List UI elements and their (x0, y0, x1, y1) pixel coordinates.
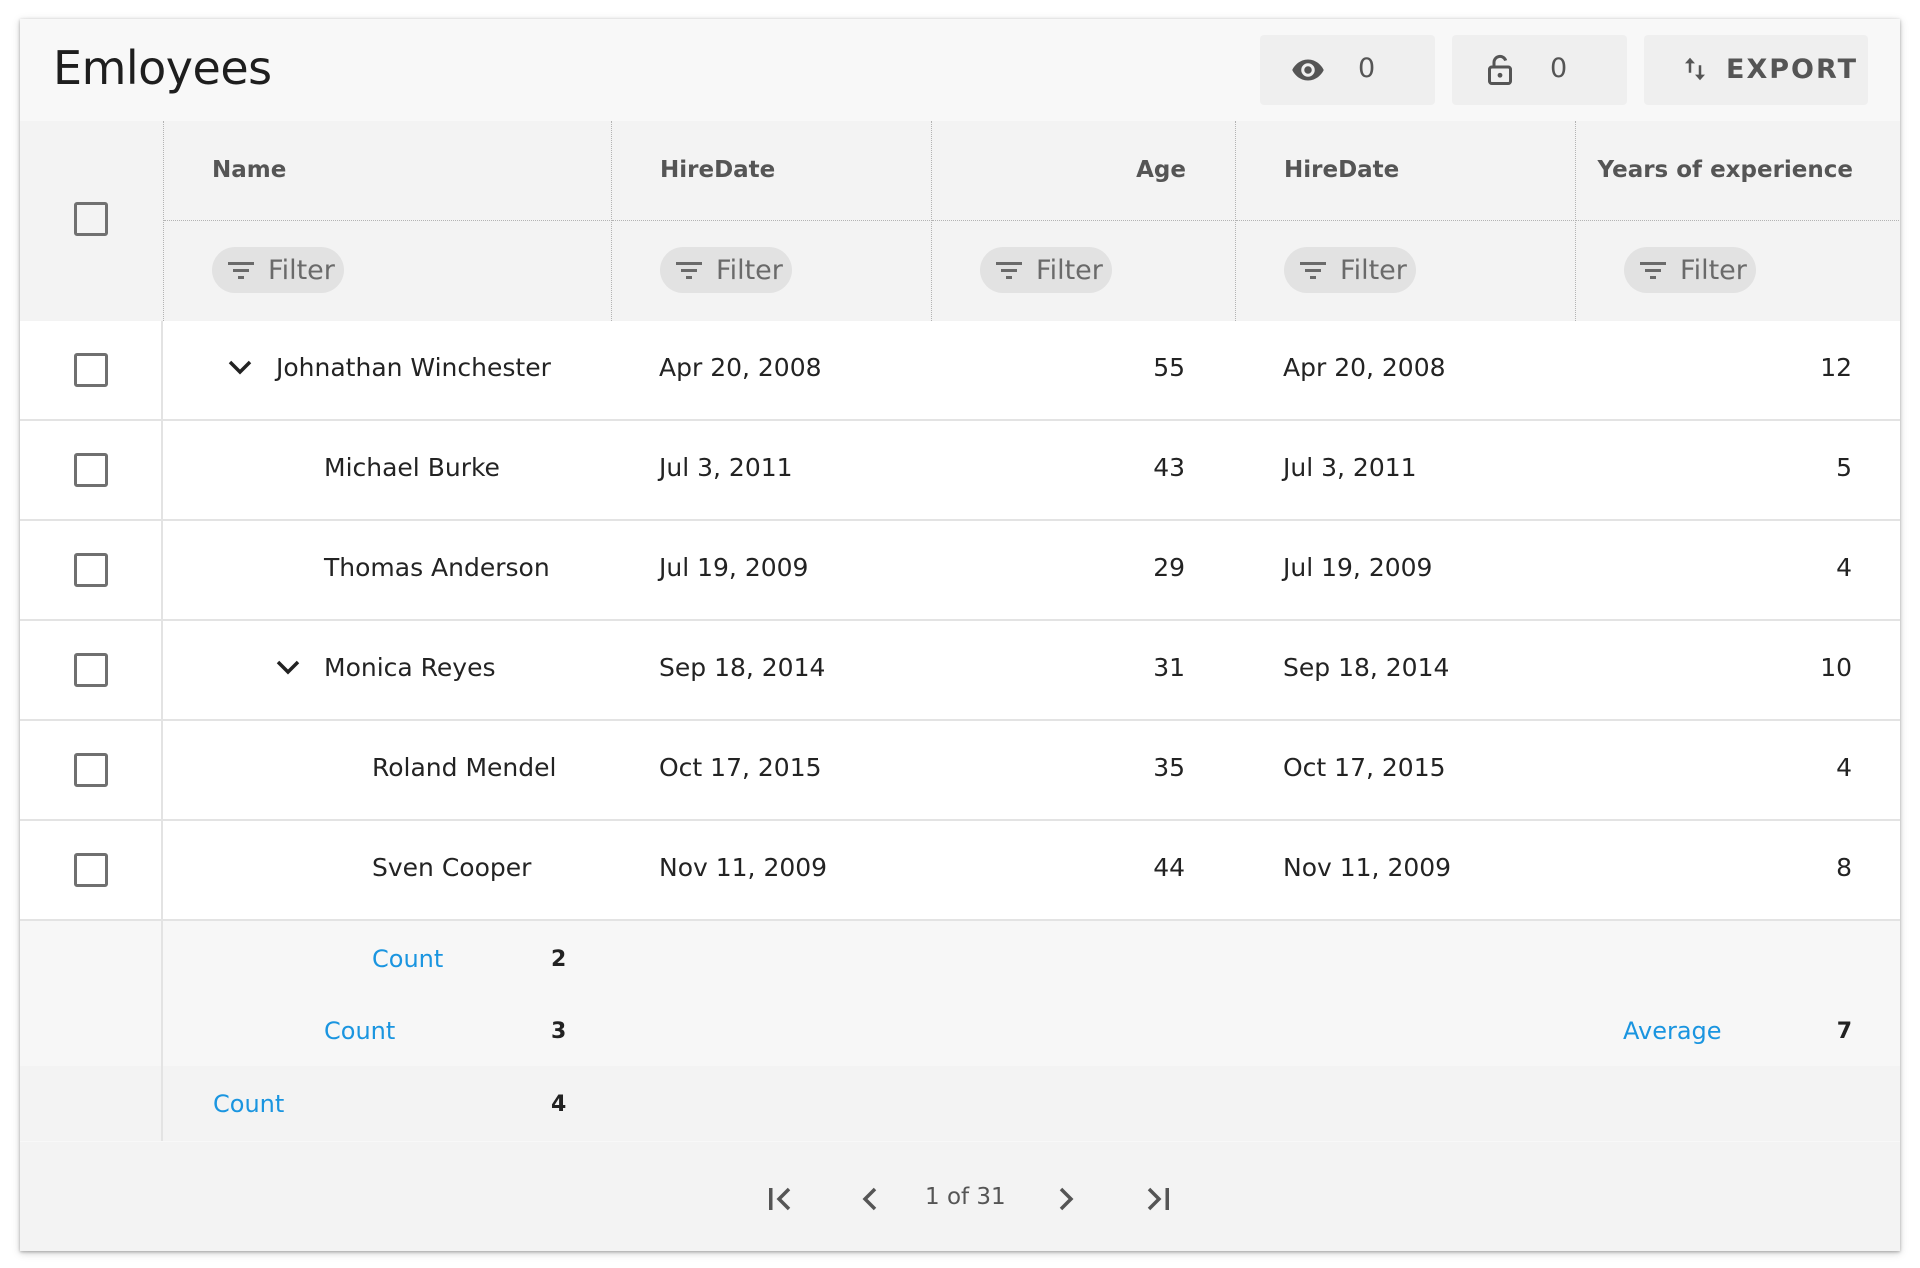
summary-count-label: Count (324, 1017, 396, 1045)
last-page-icon[interactable] (1141, 1182, 1175, 1216)
table-row[interactable]: Johnathan Winchester Apr 20, 2008 55 Apr… (20, 321, 1900, 421)
filter-icon (1300, 262, 1326, 279)
filter-button-age[interactable]: Filter (980, 247, 1112, 293)
row-checkbox[interactable] (74, 853, 108, 887)
cell-age: 31 (1153, 653, 1185, 682)
summary-count-value: 4 (551, 1092, 567, 1117)
import-export-icon (1685, 57, 1705, 81)
table-row[interactable]: Sven Cooper Nov 11, 2009 44 Nov 11, 2009… (20, 821, 1900, 921)
row-checkbox[interactable] (74, 653, 108, 687)
cell-years: 12 (1820, 353, 1852, 382)
table-row[interactable]: Roland Mendel Oct 17, 2015 35 Oct 17, 20… (20, 721, 1900, 821)
previous-page-icon[interactable] (854, 1182, 888, 1216)
cell-name: Thomas Anderson (324, 553, 550, 582)
column-header-hiredate-2[interactable]: HireDate Filter (1235, 121, 1576, 321)
summary-count-value: 2 (551, 947, 567, 972)
table-row[interactable]: Monica Reyes Sep 18, 2014 31 Sep 18, 201… (20, 621, 1900, 721)
cell-hiredate: Sep 18, 2014 (659, 653, 826, 682)
cell-name: Monica Reyes (324, 653, 496, 682)
cell-hiredate: Jul 19, 2009 (659, 553, 809, 582)
filter-label: Filter (1680, 255, 1747, 286)
cell-hiredate: Jul 3, 2011 (659, 453, 793, 482)
filter-icon (996, 262, 1022, 279)
cell-years: 8 (1836, 853, 1852, 882)
cell-age: 43 (1153, 453, 1185, 482)
cell-hiredate: Nov 11, 2009 (659, 853, 828, 882)
cell-hiredate-2: Jul 3, 2011 (1283, 453, 1417, 482)
column-header-years[interactable]: Years of experience Filter (1575, 121, 1900, 321)
row-checkbox[interactable] (74, 553, 108, 587)
filter-button-years[interactable]: Filter (1624, 247, 1756, 293)
column-header-age[interactable]: Age Filter (931, 121, 1236, 321)
employees-grid-card: Emloyees 0 0 EXPORT Name Filter HireDate… (20, 19, 1900, 1251)
summary-count-value: 3 (551, 1019, 567, 1044)
row-checkbox[interactable] (74, 753, 108, 787)
filter-label: Filter (1036, 255, 1103, 286)
hidden-columns-count: 0 (1358, 53, 1376, 84)
lock-open-icon (1488, 54, 1512, 85)
page-indicator: 1 of 31 (925, 1184, 1006, 1210)
chevron-down-icon[interactable] (226, 357, 254, 377)
pinned-columns-count: 0 (1550, 53, 1568, 84)
cell-hiredate-2: Oct 17, 2015 (1283, 753, 1446, 782)
column-title: HireDate (660, 157, 776, 183)
cell-name: Johnathan Winchester (276, 353, 551, 382)
cell-hiredate: Apr 20, 2008 (659, 353, 822, 382)
cell-name: Roland Mendel (372, 753, 557, 782)
grid-header: Name Filter HireDate Filter Age Filter H… (20, 121, 1900, 322)
cell-years: 5 (1836, 453, 1852, 482)
grid-title: Emloyees (53, 41, 272, 95)
cell-hiredate-2: Nov 11, 2009 (1283, 853, 1452, 882)
filter-icon (1640, 262, 1666, 279)
filter-label: Filter (268, 255, 335, 286)
eye-icon (1292, 59, 1324, 81)
cell-name: Michael Burke (324, 453, 500, 482)
cell-years: 10 (1820, 653, 1852, 682)
column-header-name[interactable]: Name Filter (163, 121, 612, 321)
cell-name: Sven Cooper (372, 853, 532, 882)
cell-hiredate: Oct 17, 2015 (659, 753, 822, 782)
select-all-checkbox[interactable] (74, 202, 108, 236)
first-page-icon[interactable] (763, 1182, 797, 1216)
cell-age: 35 (1153, 753, 1185, 782)
cell-age: 44 (1153, 853, 1185, 882)
column-title: HireDate (1284, 157, 1400, 183)
filter-button-hiredate[interactable]: Filter (660, 247, 792, 293)
group-summary-area: Count 2 Count 3 Average 7 (20, 921, 1900, 1066)
cell-age: 29 (1153, 553, 1185, 582)
hidden-columns-button[interactable]: 0 (1260, 35, 1435, 105)
row-checkbox[interactable] (74, 353, 108, 387)
row-checkbox[interactable] (74, 453, 108, 487)
summary-count-label: Count (213, 1090, 285, 1118)
filter-icon (228, 262, 254, 279)
column-title: Name (212, 157, 287, 183)
grid-toolbar: Emloyees 0 0 EXPORT (20, 19, 1900, 121)
export-button[interactable]: EXPORT (1644, 35, 1868, 105)
root-summary-area: Count 4 (20, 1066, 1900, 1141)
cell-years: 4 (1836, 753, 1852, 782)
summary-count-label: Count (372, 945, 444, 973)
cell-hiredate-2: Apr 20, 2008 (1283, 353, 1446, 382)
next-page-icon[interactable] (1048, 1182, 1082, 1216)
cell-hiredate-2: Jul 19, 2009 (1283, 553, 1433, 582)
summary-average-label: Average (1623, 1017, 1722, 1045)
pinned-columns-button[interactable]: 0 (1452, 35, 1627, 105)
filter-label: Filter (1340, 255, 1407, 286)
pagination-bar: 1 of 31 (20, 1142, 1900, 1251)
filter-button-hiredate-2[interactable]: Filter (1284, 247, 1416, 293)
table-row[interactable]: Michael Burke Jul 3, 2011 43 Jul 3, 2011… (20, 421, 1900, 521)
cell-hiredate-2: Sep 18, 2014 (1283, 653, 1450, 682)
column-header-hiredate[interactable]: HireDate Filter (611, 121, 932, 321)
filter-label: Filter (716, 255, 783, 286)
column-title: Age (1136, 157, 1186, 183)
chevron-down-icon[interactable] (274, 657, 302, 677)
filter-icon (676, 262, 702, 279)
cell-years: 4 (1836, 553, 1852, 582)
table-row[interactable]: Thomas Anderson Jul 19, 2009 29 Jul 19, … (20, 521, 1900, 621)
export-label: EXPORT (1726, 54, 1858, 85)
column-title: Years of experience (1597, 157, 1853, 183)
filter-button-name[interactable]: Filter (212, 247, 344, 293)
cell-age: 55 (1153, 353, 1185, 382)
summary-average-value: 7 (1836, 1019, 1852, 1044)
